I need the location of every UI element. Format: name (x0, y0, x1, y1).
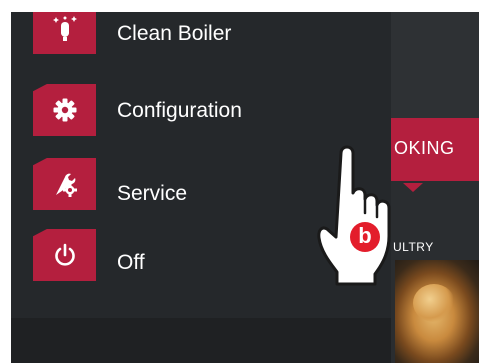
wrench-gear-icon (33, 158, 96, 210)
menu-footer (11, 318, 391, 363)
pointer-badge-letter: b (358, 223, 372, 248)
background-header (391, 12, 479, 118)
menu-item-label: Clean Boiler (117, 22, 232, 45)
menu-item-label: Off (117, 251, 145, 274)
power-icon (33, 229, 96, 281)
menu-item-label: Service (117, 182, 188, 205)
oven-touchscreen: OKING ULTRY Clean Boiler Configuration S… (11, 12, 479, 363)
boiler-clean-icon (33, 12, 96, 54)
gear-icon (33, 84, 96, 136)
menu-item-clean-boiler[interactable]: Clean Boiler (11, 12, 391, 68)
menu-item-label: Configuration (117, 99, 242, 122)
hand-pointer-icon (317, 145, 391, 286)
